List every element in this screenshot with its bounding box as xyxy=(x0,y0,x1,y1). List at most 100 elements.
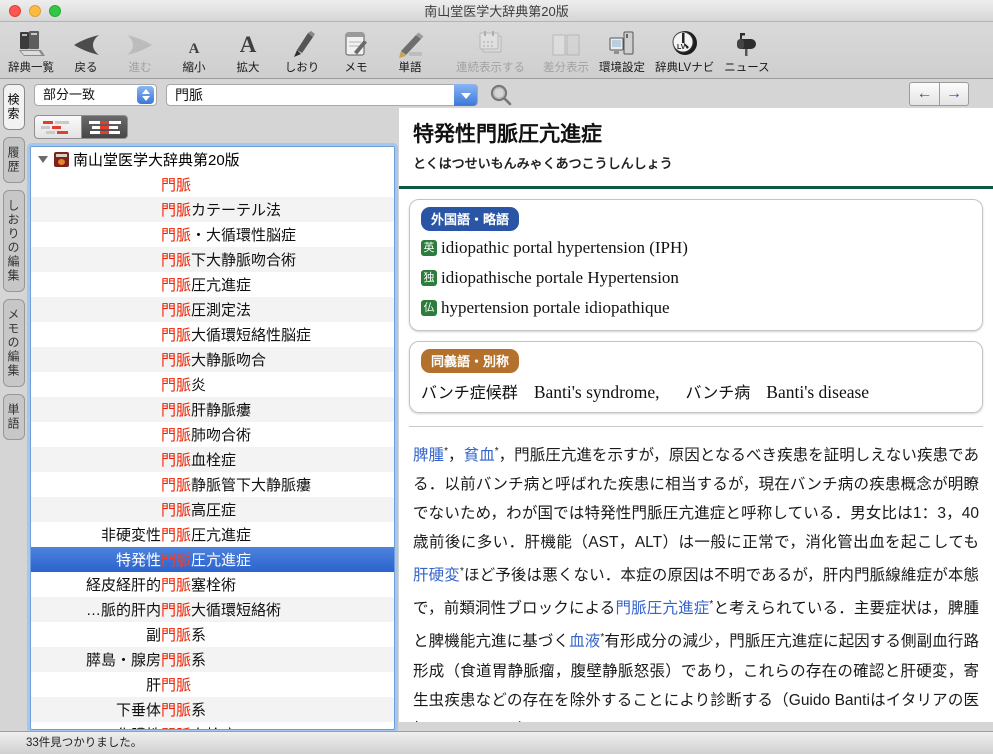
title-divider xyxy=(399,186,993,189)
tab-search[interactable]: 検索 xyxy=(3,84,25,130)
toolbar-shrink-font-button[interactable]: A 縮小 xyxy=(172,26,216,75)
tree-root-row[interactable]: 南山堂医学大辞典第20版 xyxy=(31,147,394,172)
foreign-language-entries: 英idiopathic portal hypertension (IPH) 独id… xyxy=(421,234,971,321)
toolbar-forward-button[interactable]: 進む xyxy=(118,26,162,75)
article-reading: とくはつせいもんみゃくあつこうしんしょう xyxy=(413,153,979,172)
prev-entry-button[interactable]: ← xyxy=(909,82,939,106)
language-badge-icon: 独 xyxy=(421,270,437,286)
match-mode-select[interactable]: 部分一致 xyxy=(34,84,157,106)
list-item[interactable]: 門脈 xyxy=(31,172,394,197)
toolbar-dictionary-list-button[interactable]: 辞典一覧 xyxy=(8,26,54,75)
toolbar-diff-view-button[interactable]: 差分表示 xyxy=(543,26,589,75)
list-item[interactable]: 門脈静脈管下大静脈瘻 xyxy=(31,472,394,497)
status-text: 33件見つかりました。 xyxy=(26,737,142,749)
article-link[interactable]: 門脈圧亢進症 xyxy=(615,600,709,617)
list-item[interactable]: 特発性門脈圧亢進症 xyxy=(31,547,394,572)
toolbar-word-button[interactable]: 単語 xyxy=(388,26,432,75)
toolbar-label: 差分表示 xyxy=(543,59,589,75)
tab-history[interactable]: 履歴 xyxy=(3,137,25,183)
bookmark-pen-icon xyxy=(289,26,315,58)
toolbar-label: 環境設定 xyxy=(599,59,645,75)
foreign-language-box: 外国語・略語 英idiopathic portal hypertension (… xyxy=(409,199,983,331)
list-item[interactable]: 門脈・大循環性脳症 xyxy=(31,222,394,247)
toolbar-label: 単語 xyxy=(399,59,422,75)
forward-arrow-icon xyxy=(125,26,155,58)
list-style-aligned-icon xyxy=(87,119,123,135)
tab-bookmark-edit[interactable]: しおりの編集 xyxy=(3,190,25,292)
toolbar-news-button[interactable]: ニュース xyxy=(724,26,769,75)
list-item[interactable]: 門脈下大静脈吻合術 xyxy=(31,247,394,272)
list-item[interactable]: 門脈高圧症 xyxy=(31,497,394,522)
synonym-term: Banti's disease xyxy=(766,382,869,402)
disclosure-triangle-icon[interactable] xyxy=(38,156,48,163)
article-link[interactable]: 血液 xyxy=(569,634,600,651)
font-larger-icon: A xyxy=(240,26,257,58)
list-item[interactable]: 門脈大静脈吻合 xyxy=(31,347,394,372)
section-divider xyxy=(409,426,983,427)
toolbar-bookmark-button[interactable]: しおり xyxy=(280,26,324,75)
list-item[interactable]: 門脈大循環短絡性脳症 xyxy=(31,322,394,347)
foreign-language-line: 英idiopathic portal hypertension (IPH) xyxy=(421,234,971,261)
article-link[interactable]: 脾腫 xyxy=(413,447,444,464)
list-item[interactable]: 門脈炎 xyxy=(31,372,394,397)
toolbar-preferences-button[interactable]: 環境設定 xyxy=(599,26,645,75)
list-item[interactable]: 化膿性門脈血栓症 xyxy=(31,722,394,730)
select-stepper-icon xyxy=(137,86,154,104)
list-item[interactable]: …脈的肝内門脈大循環短絡術 xyxy=(31,597,394,622)
side-tab-strip: 検索 履歴 しおりの編集 メモの編集 単語 xyxy=(0,84,28,447)
list-item[interactable]: 肝門脈 xyxy=(31,672,394,697)
search-input[interactable] xyxy=(167,85,455,105)
toolbar-memo-button[interactable]: メモ xyxy=(334,26,378,75)
diff-view-icon xyxy=(550,26,582,58)
list-item[interactable]: 下垂体門脈系 xyxy=(31,697,394,722)
synonym-term: バンチ病 xyxy=(685,385,750,402)
article-link[interactable]: 貧血 xyxy=(464,447,495,464)
combo-dropdown-button[interactable] xyxy=(454,84,477,106)
list-item[interactable]: 経皮経肝的門脈塞栓術 xyxy=(31,572,394,597)
search-combo xyxy=(166,84,478,106)
article-panel: 特発性門脈圧亢進症 とくはつせいもんみゃくあつこうしんしょう 外国語・略語 英i… xyxy=(399,108,993,722)
toolbar-dictionary-nav-button[interactable]: LV 辞典LVナビ xyxy=(655,26,714,75)
list-item[interactable]: 門脈肝静脈瘻 xyxy=(31,397,394,422)
toolbar-back-button[interactable]: 戻る xyxy=(64,26,108,75)
toolbar-enlarge-font-button[interactable]: A 拡大 xyxy=(226,26,270,75)
article-body: 脾腫*，貧血*，門脈圧亢進を示すが，原因となるべき疾患を証明しえない疾患である．… xyxy=(399,437,993,722)
list-item[interactable]: 副門脈系 xyxy=(31,622,394,647)
body-text: ，門脈圧亢進を示すが，原因となるべき疾患を証明しえない疾患である．以前バンチ病と… xyxy=(413,447,979,551)
preferences-icon xyxy=(607,26,637,58)
list-item[interactable]: 門脈圧測定法 xyxy=(31,297,394,322)
list-item[interactable]: 非硬変性門脈圧亢進症 xyxy=(31,522,394,547)
result-list-body: 門脈門脈カテーテル法門脈・大循環性脳症門脈下大静脈吻合術門脈圧亢進症門脈圧測定法… xyxy=(31,172,394,730)
list-item[interactable]: 門脈肺吻合術 xyxy=(31,422,394,447)
next-entry-button[interactable]: → xyxy=(939,82,969,106)
forward-arrow-icon: → xyxy=(946,85,962,103)
foreign-language-line: 独idiopathische portale Hypertension xyxy=(421,264,971,291)
list-item[interactable]: 門脈血栓症 xyxy=(31,447,394,472)
svg-text:LV: LV xyxy=(677,44,686,51)
list-item[interactable]: 膵島・腺房門脈系 xyxy=(31,647,394,672)
toolbar-continuous-view-button[interactable]: 連続表示する xyxy=(456,26,525,75)
foreign-language-line: 仏hypertension portale idiopathique xyxy=(421,294,971,321)
tab-memo-edit[interactable]: メモの編集 xyxy=(3,299,25,387)
back-arrow-icon: ← xyxy=(917,85,933,103)
toolbar-label: ニュース xyxy=(724,59,769,75)
memo-pad-icon xyxy=(342,26,370,58)
toolbar-label: 辞典一覧 xyxy=(8,59,54,75)
title-bar: 南山堂医学大辞典第20版 xyxy=(0,0,993,22)
synonym-box: 同義語・別称 バンチ症候群Banti's syndrome,バンチ病Banti'… xyxy=(409,341,983,413)
list-view-toggle-aligned[interactable] xyxy=(81,115,128,139)
tab-word[interactable]: 単語 xyxy=(3,394,25,440)
search-icon xyxy=(489,83,513,107)
body-text: ， xyxy=(448,447,464,464)
match-mode-value: 部分一致 xyxy=(43,87,95,102)
back-arrow-icon xyxy=(71,26,101,58)
list-view-toggle-normal[interactable] xyxy=(34,115,81,139)
article-link[interactable]: 肝硬変 xyxy=(413,567,460,584)
result-list: 南山堂医学大辞典第20版 門脈門脈カテーテル法門脈・大循環性脳症門脈下大静脈吻合… xyxy=(30,146,395,730)
list-item[interactable]: 門脈圧亢進症 xyxy=(31,272,394,297)
list-item[interactable]: 門脈カテーテル法 xyxy=(31,197,394,222)
foreign-language-badge: 外国語・略語 xyxy=(421,207,519,231)
books-icon xyxy=(16,26,46,58)
font-smaller-icon: A xyxy=(189,26,200,58)
app-window: 南山堂医学大辞典第20版 辞典一覧 戻る 進む A 縮小 A 拡大 xyxy=(0,0,993,754)
